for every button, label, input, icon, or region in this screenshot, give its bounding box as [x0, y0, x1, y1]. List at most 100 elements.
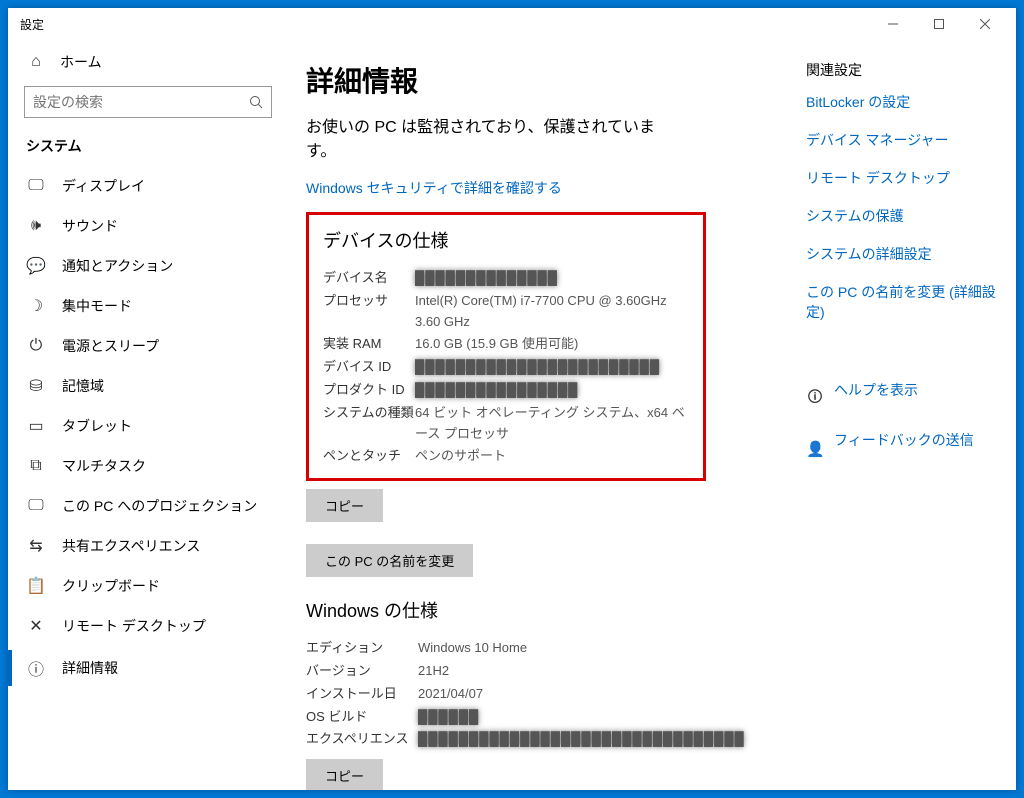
related-rename-advanced[interactable]: この PC の名前を変更 (詳細設定)	[806, 282, 996, 322]
nav-label: 記憶域	[62, 376, 104, 396]
spec-row-pen-touch: ペンとタッチ ペンのサポート	[323, 445, 689, 468]
related-title: 関連設定	[806, 60, 996, 80]
nav-label: マルチタスク	[62, 456, 146, 476]
main-column: 詳細情報 お使いの PC は監視されており、保護されています。 Windows …	[306, 60, 796, 790]
nav-notifications[interactable]: 💬 通知とアクション	[8, 246, 288, 286]
spec-label: プロダクト ID	[323, 380, 415, 401]
nav-about[interactable]: ⓘ 詳細情報	[8, 646, 288, 690]
spec-row-product-id: プロダクト ID ████████████████	[323, 379, 689, 402]
power-icon: ⏻	[26, 337, 46, 355]
spec-value: 16.0 GB (15.9 GB 使用可能)	[415, 334, 689, 355]
spec-row-device-name: デバイス名 ██████████████	[323, 267, 689, 290]
copy-windows-spec-button[interactable]: コピー	[306, 759, 383, 790]
share-icon: ⇆	[26, 536, 46, 556]
security-link[interactable]: Windows セキュリティで詳細を確認する	[306, 178, 562, 198]
tablet-icon: ▭	[26, 416, 46, 436]
nav-tablet[interactable]: ▭ タブレット	[8, 406, 288, 446]
sound-icon: 🕪	[26, 217, 46, 235]
spec-value: 64 ビット オペレーティング システム、x64 ベース プロセッサ	[415, 403, 689, 445]
spec-label: エクスペリエンス	[306, 729, 418, 750]
nav-label: タブレット	[62, 416, 132, 436]
search-box[interactable]	[24, 86, 272, 118]
nav-label: クリップボード	[62, 576, 160, 596]
search-icon	[249, 95, 263, 109]
related-remote-desktop[interactable]: リモート デスクトップ	[806, 168, 996, 188]
spec-value: ██████████████	[415, 268, 689, 289]
spec-label: 実装 RAM	[323, 334, 415, 355]
spec-value: Windows 10 Home	[418, 638, 796, 659]
nav-power[interactable]: ⏻ 電源とスリープ	[8, 326, 288, 366]
multitask-icon: ⧉	[26, 457, 46, 475]
info-icon: ⓘ	[26, 656, 46, 680]
minimize-button[interactable]	[870, 8, 916, 40]
windows-spec: Windows の仕様 エディション Windows 10 Home バージョン…	[306, 597, 796, 790]
spec-row-install-date: インストール日 2021/04/07	[306, 683, 796, 706]
search-input[interactable]	[33, 94, 249, 110]
device-spec-box: デバイスの仕様 デバイス名 ██████████████ プロセッサ Intel…	[306, 212, 706, 481]
rename-pc-button[interactable]: この PC の名前を変更	[306, 544, 473, 577]
protection-status: お使いの PC は監視されており、保護されています。	[306, 116, 676, 164]
focus-icon: ☽	[26, 296, 46, 316]
spec-value: ████████████████████████	[415, 357, 689, 378]
spec-row-ram: 実装 RAM 16.0 GB (15.9 GB 使用可能)	[323, 333, 689, 356]
nav-label: 集中モード	[62, 296, 132, 316]
nav-label: サウンド	[62, 216, 118, 236]
spec-row-version: バージョン 21H2	[306, 660, 796, 683]
main: 詳細情報 お使いの PC は監視されており、保護されています。 Windows …	[288, 40, 1016, 790]
section-label: システム	[8, 130, 288, 166]
nav-remote[interactable]: ✕ リモート デスクトップ	[8, 606, 288, 646]
spec-row-edition: エディション Windows 10 Home	[306, 637, 796, 660]
help-icon: 🛈	[806, 387, 824, 412]
spec-label: デバイス ID	[323, 357, 415, 378]
maximize-button[interactable]	[916, 8, 962, 40]
spec-value: ペンのサポート	[415, 446, 689, 467]
nav-projection[interactable]: 🖵 この PC へのプロジェクション	[8, 486, 288, 526]
spec-label: システムの種類	[323, 403, 415, 445]
nav-multitask[interactable]: ⧉ マルチタスク	[8, 446, 288, 486]
home-icon: ⌂	[26, 53, 46, 71]
spec-label: エディション	[306, 638, 418, 659]
feedback-label: フィードバックの送信	[834, 430, 974, 450]
nav-label: 詳細情報	[62, 658, 118, 678]
spec-value: Intel(R) Core(TM) i7-7700 CPU @ 3.60GHz …	[415, 291, 689, 333]
page-title: 詳細情報	[306, 60, 796, 100]
nav-storage[interactable]: ⛁ 記憶域	[8, 366, 288, 406]
projection-icon: 🖵	[26, 497, 46, 515]
nav-label: ディスプレイ	[62, 176, 145, 196]
home-label: ホーム	[60, 52, 102, 72]
spec-row-os-build: OS ビルド ██████	[306, 706, 796, 729]
titlebar: 設定	[8, 8, 1016, 40]
feedback-link[interactable]: 👤 フィードバックの送信	[806, 430, 996, 468]
device-spec-title: デバイスの仕様	[323, 227, 689, 253]
spec-value: ████████████████	[415, 380, 689, 401]
spec-value: ██████	[418, 707, 796, 728]
spec-row-experience: エクスペリエンス ███████████████████████████████…	[306, 728, 796, 751]
close-button[interactable]	[962, 8, 1008, 40]
close-icon	[980, 19, 990, 29]
related-system-protection[interactable]: システムの保護	[806, 206, 996, 226]
copy-device-spec-button[interactable]: コピー	[306, 489, 383, 522]
minimize-icon	[888, 19, 898, 29]
spec-value: 2021/04/07	[418, 684, 796, 705]
nav-shared[interactable]: ⇆ 共有エクスペリエンス	[8, 526, 288, 566]
display-icon: 🖵	[26, 177, 46, 195]
spec-label: インストール日	[306, 684, 418, 705]
related-device-manager[interactable]: デバイス マネージャー	[806, 130, 996, 150]
nav-sound[interactable]: 🕪 サウンド	[8, 206, 288, 246]
related-bitlocker[interactable]: BitLocker の設定	[806, 92, 996, 112]
storage-icon: ⛁	[26, 376, 46, 396]
nav-label: リモート デスクトップ	[62, 616, 206, 636]
spec-value: 21H2	[418, 661, 796, 682]
nav-focus[interactable]: ☽ 集中モード	[8, 286, 288, 326]
related-advanced-system[interactable]: システムの詳細設定	[806, 244, 996, 264]
home-nav[interactable]: ⌂ ホーム	[8, 44, 288, 84]
nav-display[interactable]: 🖵 ディスプレイ	[8, 166, 288, 206]
help-link[interactable]: 🛈 ヘルプを表示	[806, 380, 996, 418]
spec-label: ペンとタッチ	[323, 446, 415, 467]
spec-label: OS ビルド	[306, 707, 418, 728]
notification-icon: 💬	[26, 256, 46, 276]
windows-spec-title: Windows の仕様	[306, 597, 796, 623]
nav-label: この PC へのプロジェクション	[62, 496, 257, 516]
related-column: 関連設定 BitLocker の設定 デバイス マネージャー リモート デスクト…	[796, 60, 996, 790]
nav-clipboard[interactable]: 📋 クリップボード	[8, 566, 288, 606]
